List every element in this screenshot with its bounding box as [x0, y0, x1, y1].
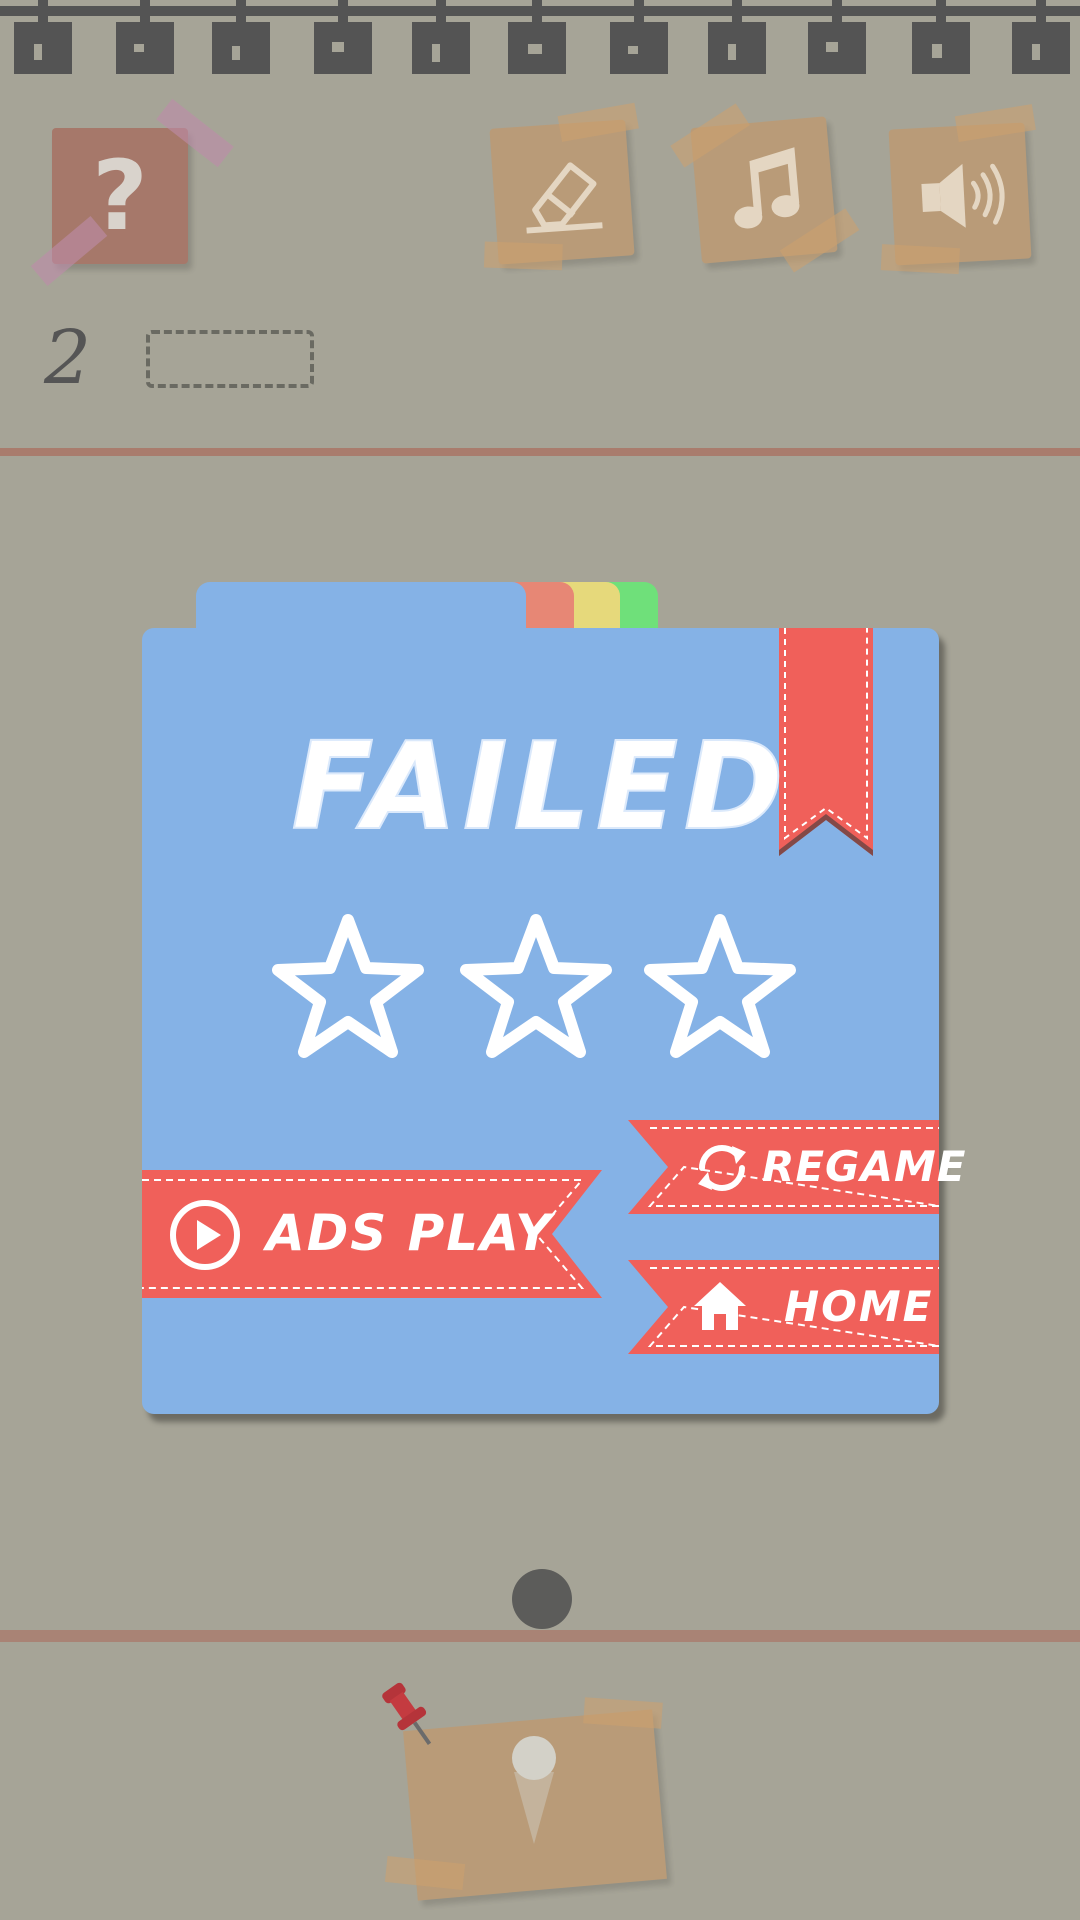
- sound-toggle-button[interactable]: [880, 104, 1036, 275]
- tape: [483, 241, 563, 271]
- home-label: HOME: [784, 1282, 934, 1331]
- ads-play-label: ADS PLAY: [266, 1204, 554, 1262]
- tape: [880, 244, 960, 275]
- home-button[interactable]: HOME: [628, 1260, 939, 1354]
- tape: [583, 1697, 663, 1729]
- regame-label: REGAME: [762, 1142, 967, 1191]
- music-toggle-button[interactable]: [670, 103, 860, 273]
- question-mark-icon: ?: [92, 140, 148, 252]
- regame-button[interactable]: REGAME: [628, 1120, 966, 1214]
- eraser-button[interactable]: [483, 102, 639, 271]
- failed-dialog: FAILED ADS PLAY REGAME HOME: [142, 582, 966, 1414]
- star-icon-1: [272, 914, 424, 1058]
- speaker-icon: [921, 163, 1005, 228]
- pushpin-icon: [382, 1682, 432, 1745]
- level-number: 2: [44, 315, 92, 401]
- ball-hint-icon: [512, 1736, 556, 1844]
- level-progress-box: [146, 330, 314, 388]
- help-button[interactable]: ?: [30, 98, 234, 287]
- hint-note[interactable]: [382, 1682, 667, 1901]
- ground-line: [0, 1630, 1080, 1642]
- failed-title: FAILED: [290, 717, 790, 858]
- ads-play-button[interactable]: ADS PLAY: [142, 1170, 602, 1298]
- play-circle-icon: [170, 1200, 240, 1270]
- star-icon-3: [644, 914, 796, 1058]
- refresh-icon: [698, 1145, 746, 1191]
- top-divider-line: [0, 448, 1080, 456]
- home-icon: [694, 1282, 746, 1330]
- star-icon-2: [460, 914, 612, 1058]
- music-note-icon: [734, 147, 800, 229]
- ball: [512, 1569, 572, 1629]
- binder-rings: [0, 0, 1080, 74]
- eraser-icon: [526, 162, 603, 234]
